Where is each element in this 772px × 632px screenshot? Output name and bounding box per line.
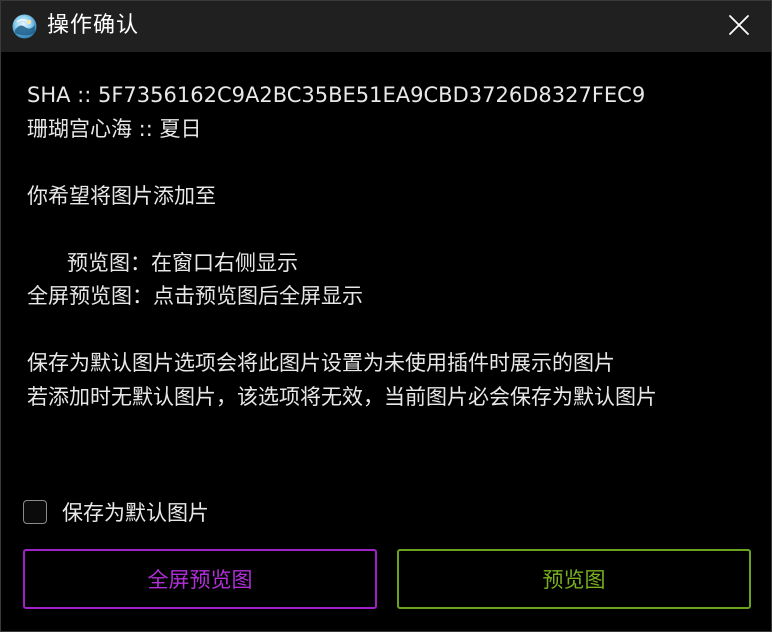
preview-label[interactable]: 预览图 xyxy=(543,564,606,594)
message-body: SHA :: 5F7356162C9A2BC35BE51EA9CBD3726D8… xyxy=(27,79,757,414)
fullscreen-preview-label[interactable]: 全屏预览图 xyxy=(148,564,253,594)
window-title: 操作确认 xyxy=(47,13,140,38)
close-button[interactable] xyxy=(707,1,771,52)
close-icon[interactable] xyxy=(728,14,750,40)
fullscreen-preview-button[interactable]: 全屏预览图 xyxy=(23,549,377,609)
character-name-line: 珊瑚宫心海 :: 夏日 xyxy=(27,116,202,141)
save-default-checkbox[interactable] xyxy=(23,500,47,524)
default-description-line-1: 保存为默认图片选项会将此图片设置为未使用插件时展示的图片 xyxy=(27,351,615,375)
preview-button[interactable]: 预览图 xyxy=(397,549,751,609)
confirm-dialog: 操作确认 SHA :: 5F7356162C9A2BC35BE51EA9CBD3… xyxy=(0,0,772,632)
genshin-app-icon xyxy=(11,13,38,40)
sha-line: SHA :: 5F7356162C9A2BC35BE51EA9CBD3726D8… xyxy=(27,83,646,107)
save-default-label[interactable]: 保存为默认图片 xyxy=(62,497,209,527)
default-description-line-2: 若添加时无默认图片，该选项将无效，当前图片必会保存为默认图片 xyxy=(27,384,657,409)
title-bar: 操作确认 xyxy=(1,1,771,52)
prompt-line: 你希望将图片添加至 xyxy=(27,183,216,208)
preview-description: 预览图：在窗口右侧显示 xyxy=(27,250,299,275)
fullscreen-description: 全屏预览图：点击预览图后全屏显示 xyxy=(27,284,363,308)
save-default-option[interactable]: 保存为默认图片 xyxy=(23,498,209,526)
